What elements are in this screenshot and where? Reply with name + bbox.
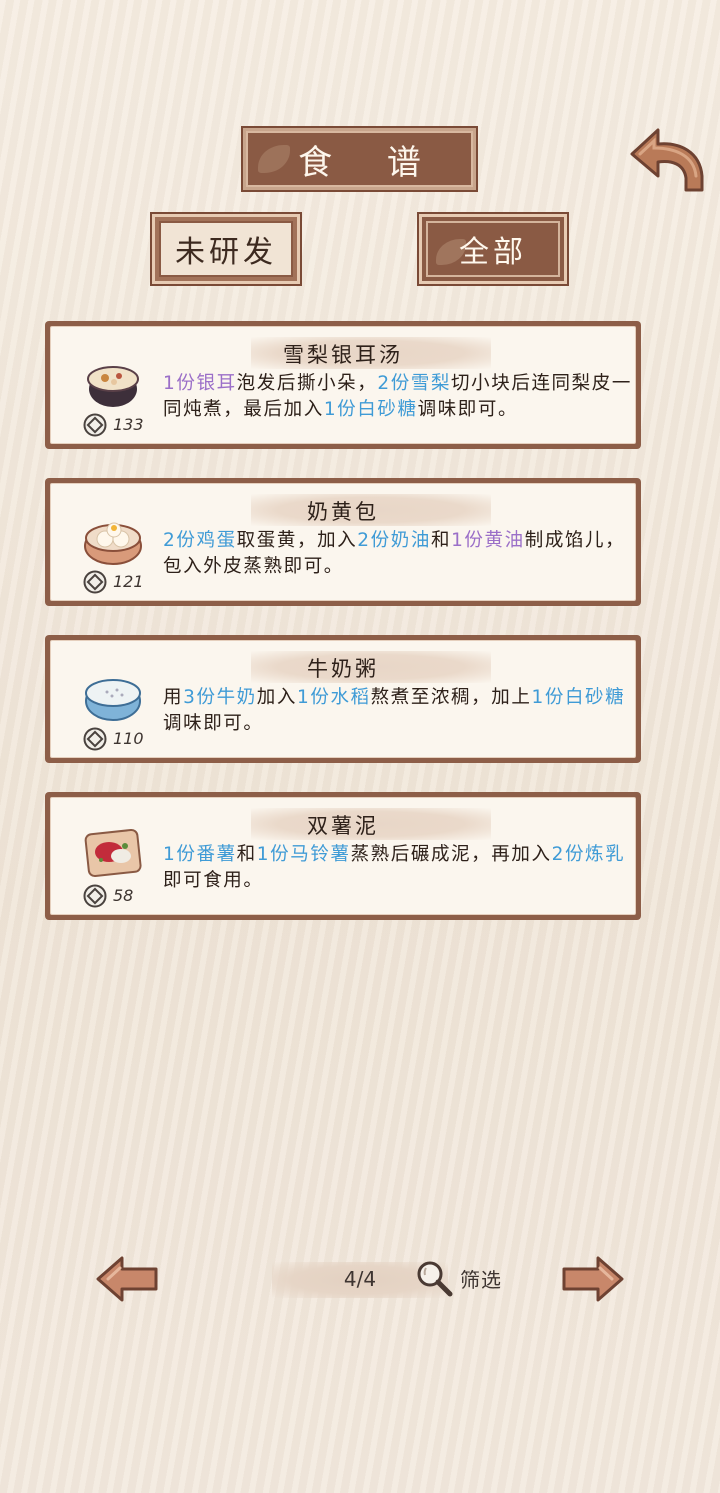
recipe-description: 1份银耳泡发后撕小朵，2份雪梨切小块后连同梨皮一同炖煮，最后加入1份白砂糖调味即… [163,371,633,423]
desc-text: 蒸熟后碾成泥，再加入 [350,844,552,865]
recipe-description: 1份番薯和1份马铃薯蒸熟后碾成泥，再加入2份炼乳即可食用。 [163,842,633,894]
page-title: 食 谱 [298,142,443,183]
desc-text: 和 [236,844,257,865]
desc-text: 调味即可。 [163,713,264,734]
filter-label: 筛选 [460,1267,502,1292]
tab-all[interactable]: 全部 [417,212,569,286]
ingredient-highlight: 1份白砂糖 [323,399,418,420]
back-button[interactable] [628,126,706,196]
coin-icon-wrap [83,727,107,751]
porridge-bowl-icon [85,679,141,721]
desc-text: 熬煮至浓稠，加上 [370,687,532,708]
desc-text: 泡发后撕小朵， [236,373,378,394]
arrow-left-icon [96,1256,158,1302]
coin-icon-wrap [83,884,107,908]
recipe-price: 133 [113,415,144,434]
desc-text: 和 [430,530,452,551]
filter-button[interactable]: 筛选 [414,1256,514,1300]
arrow-right-icon [562,1256,624,1302]
steamed-bun-icon [84,522,142,565]
ingredient-highlight: 1份黄油 [451,530,525,551]
ingredient-highlight: 2份奶油 [357,530,431,551]
recipe-card[interactable]: 雪梨银耳汤 133 1份银耳泡发后撕小朵，2份雪梨切小块后连同梨皮一同炖煮，最后… [45,321,641,449]
recipe-price: 121 [113,572,144,591]
recipe-price: 110 [113,729,144,748]
ingredient-highlight: 1份马铃薯 [256,844,351,865]
ingredient-highlight: 1份银耳 [163,373,237,394]
recipe-card[interactable]: 牛奶粥 110 用3份牛奶加入1份水稻熬煮至浓稠，加上1份白砂糖调味即可。 [45,635,641,763]
ingredient-highlight: 3份牛奶 [183,687,257,708]
desc-text: 取蛋黄，加入 [236,530,358,551]
prev-page-button[interactable] [94,1254,160,1304]
coin-icon [83,570,107,594]
back-arrow-icon [630,128,704,192]
tab-all-label: 全部 [459,235,527,270]
coin-icon-wrap [83,570,107,594]
recipe-card[interactable]: 奶黄包 121 2份鸡蛋取蛋黄，加入2份奶油和1份黄油制成馅儿，包入外皮蒸熟即可… [45,478,641,606]
ingredient-highlight: 1份番薯 [163,844,237,865]
desc-text: 加入 [256,687,297,708]
ingredient-highlight: 2份鸡蛋 [163,530,237,551]
desc-text: 即可食用。 [163,870,264,891]
coin-icon [83,413,107,437]
recipe-description: 2份鸡蛋取蛋黄，加入2份奶油和1份黄油制成馅儿，包入外皮蒸熟即可。 [163,528,633,580]
coin-icon-wrap [83,413,107,437]
next-page-button[interactable] [560,1254,626,1304]
ingredient-highlight: 1份白砂糖 [531,687,626,708]
magnifier-icon [417,1261,453,1297]
recipe-card[interactable]: 双薯泥 58 1份番薯和1份马铃薯蒸熟后碾成泥，再加入2份炼乳即可食用。 [45,792,641,920]
ingredient-highlight: 2份炼乳 [551,844,626,865]
page-title-plaque: 食 谱 [241,126,478,192]
tab-undeveloped[interactable]: 未研发 [150,212,302,286]
ingredient-highlight: 2份雪梨 [377,373,452,394]
desc-text: 用 [163,687,184,708]
ingredient-highlight: 1份水稻 [296,687,371,708]
desc-text: 调味即可。 [417,399,519,420]
recipe-price: 58 [113,886,134,905]
mashed-potato-plate-icon [84,828,142,878]
page-indicator: 4/4 [343,1267,377,1291]
coin-icon [83,884,107,908]
tab-undeveloped-label: 未研发 [175,235,277,270]
coin-icon [83,727,107,751]
soup-bowl-icon [87,366,139,407]
recipe-description: 用3份牛奶加入1份水稻熬煮至浓稠，加上1份白砂糖调味即可。 [163,685,633,737]
